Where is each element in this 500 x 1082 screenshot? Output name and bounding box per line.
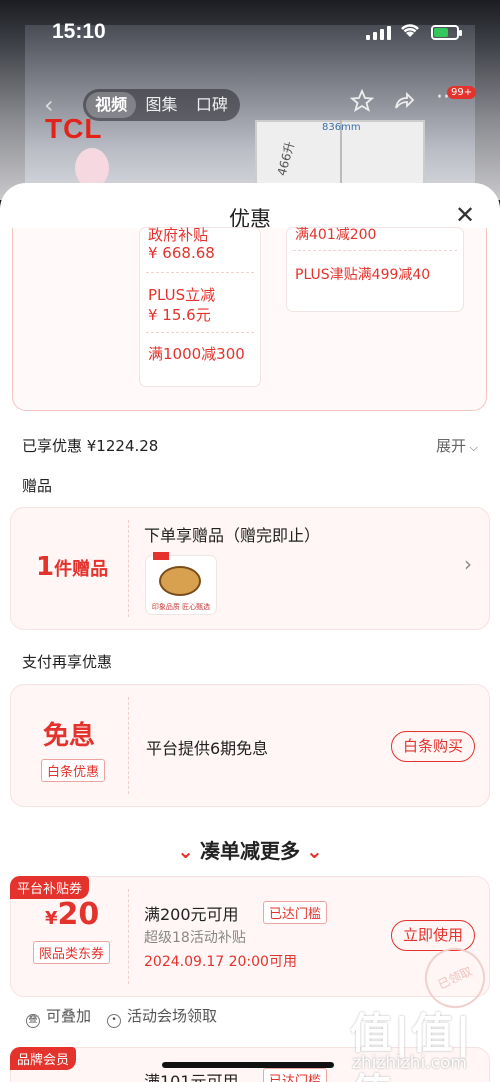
coupon-subtitle: 超级18活动补贴	[144, 930, 246, 946]
media-tabs: 视频 图集 口碑	[83, 89, 240, 121]
clock: 15:10	[52, 20, 106, 43]
coupon-title: 满101元可用	[144, 1072, 239, 1082]
coupon-currency: ¥	[45, 908, 58, 929]
signal-icon	[366, 26, 391, 40]
use-now-button[interactable]: 立即使用	[391, 920, 475, 951]
share-icon[interactable]	[392, 89, 416, 119]
chevron-down-icon: ⌄	[306, 839, 323, 863]
stackable-note: 叠可叠加	[26, 1005, 91, 1028]
mascot-image	[75, 148, 109, 188]
more-deals-heading: ⌄ 凑单减更多 ⌄	[177, 839, 323, 863]
brand-member-badge: 品牌会员	[10, 1047, 77, 1070]
product-nav: ‹ 视频 图集 口碑 ··· 99+	[0, 85, 500, 125]
gift-card[interactable]: 1件赠品 下单享赠品（赠完即止） 印象品质 匠心甄选 ›	[10, 507, 490, 630]
promo-name: PLUS立减	[148, 286, 216, 304]
promo-list-left: 政府补贴 ¥ 668.68 PLUS立减 ¥ 15.6元 满1000减300	[140, 226, 260, 386]
payment-card: 免息 白条优惠 平台提供6期免息 白条购买	[10, 684, 490, 807]
chevron-right-icon: ›	[464, 552, 472, 576]
threshold-tag: 已达门槛	[263, 1068, 328, 1082]
baitiao-buy-button[interactable]: 白条购买	[391, 731, 475, 762]
stack-icon: 叠	[26, 1014, 40, 1028]
promo-name: 政府补贴	[148, 226, 209, 244]
status-bar: 15:10	[0, 0, 500, 60]
platform-subsidy-badge: 平台补贴券	[10, 876, 90, 899]
coupon-time: 2024.09.17 20:00可用	[144, 954, 297, 970]
offers-sheet: 优惠 ✕ 政府补贴 ¥ 668.68 PLUS立减 ¥ 15.6元 满1000减…	[0, 183, 500, 1082]
gift-text: 下单享赠品（赠完即止）	[144, 526, 321, 545]
screen: TCL 466升 836mm 15:10 ‹ 视频 图集 口碑 ··· 99+ …	[0, 0, 500, 1082]
promo-name: PLUS津贴满499减40	[295, 267, 431, 283]
venue-note: • 活动会场领取	[107, 1005, 217, 1028]
coupon-amount: 20	[57, 897, 100, 932]
section-gifts: 赠品	[22, 477, 53, 495]
promo-name: 满401减200	[295, 227, 377, 243]
expand-button[interactable]: 展开 ⌵	[436, 435, 478, 456]
back-icon[interactable]: ‹	[44, 91, 54, 119]
promo-value: ¥ 668.68	[148, 244, 215, 262]
promo-name: 满1000减300	[148, 345, 245, 363]
coupon-title: 满200元可用	[144, 905, 239, 924]
wifi-icon	[399, 22, 421, 43]
close-icon[interactable]: ✕	[455, 201, 475, 229]
battery-icon	[431, 25, 462, 40]
gift-unit: 件赠品	[54, 559, 109, 580]
home-indicator[interactable]	[162, 1062, 334, 1068]
coupon-kind: 限品类东券	[33, 941, 111, 964]
installment-text: 平台提供6期免息	[146, 739, 269, 758]
venue-icon: •	[107, 1014, 121, 1028]
gift-image: 印象品质 匠心甄选	[146, 552, 216, 614]
promo-list-right: 满401减200 PLUS津贴满499减40	[287, 227, 463, 311]
promo-value: ¥ 15.6元	[148, 306, 211, 324]
gift-image-caption: 印象品质 匠心甄选	[151, 603, 211, 611]
enjoyed-discount: 已享优惠 ¥1224.28	[22, 437, 159, 455]
watermark-site: zhizhizhi.com	[352, 1053, 467, 1073]
price-breakdown-card: 政府补贴 ¥ 668.68 PLUS立减 ¥ 15.6元 满1000减300 满…	[12, 226, 487, 411]
star-icon[interactable]	[349, 88, 375, 119]
tab-gallery[interactable]: 图集	[136, 92, 186, 118]
tab-video[interactable]: 视频	[86, 92, 137, 118]
section-payment: 支付再享优惠	[22, 653, 113, 671]
tab-reviews[interactable]: 口碑	[187, 92, 237, 118]
message-badge: 99+	[447, 86, 477, 99]
chevron-down-icon: ⌄	[177, 839, 194, 863]
chevron-down-icon: ⌵	[466, 441, 478, 454]
interest-free-title: 免息	[43, 721, 96, 751]
baitiao-tag: 白条优惠	[41, 759, 106, 782]
threshold-tag: 已达门槛	[263, 901, 328, 924]
gift-count: 1	[36, 552, 55, 582]
